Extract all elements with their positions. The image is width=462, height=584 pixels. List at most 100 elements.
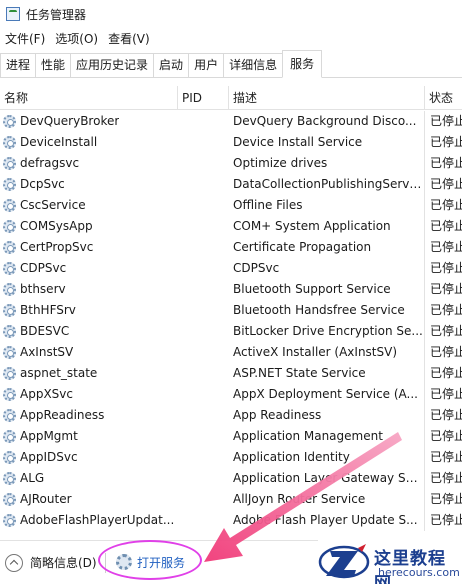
column-header-description[interactable]: 描述 — [228, 86, 424, 110]
service-gear-icon — [3, 493, 16, 506]
tab-services[interactable]: 服务 — [282, 50, 323, 78]
service-name: ALG — [20, 471, 45, 485]
watermark-url: herecours.com — [378, 566, 460, 579]
service-pid — [177, 447, 228, 468]
tab-details[interactable]: 详细信息 — [223, 53, 284, 77]
service-description: Device Install Service — [233, 135, 363, 149]
service-gear-icon — [3, 304, 16, 317]
service-gear-icon — [3, 346, 16, 359]
title-bar: 任务管理器 — [0, 0, 462, 28]
service-description: Optimize drives — [233, 156, 328, 170]
service-pid — [177, 510, 228, 531]
service-row[interactable]: AppXSvc AppX Deployment Service (A... 已停止 — [0, 384, 462, 405]
service-status: 已停止 — [424, 216, 462, 237]
watermark: 这里教程网 herecours.com — [318, 540, 462, 584]
service-row[interactable]: aspnet_state ASP.NET State Service 已停止 — [0, 363, 462, 384]
tab-performance[interactable]: 性能 — [35, 53, 72, 77]
service-name: CertPropSvc — [20, 240, 94, 254]
service-name-cell: CDPSvc — [0, 258, 177, 279]
service-pid — [177, 321, 228, 342]
service-name-cell: AppReadiness — [0, 405, 177, 426]
service-name: CDPSvc — [20, 261, 67, 275]
service-description: DevQuery Background Disco... — [233, 114, 417, 128]
status-divider — [105, 553, 106, 573]
service-gear-icon — [3, 199, 16, 212]
service-gear-icon — [3, 220, 16, 233]
service-description: App Readiness — [233, 408, 322, 422]
service-row[interactable]: AppReadiness App Readiness 已停止 — [0, 405, 462, 426]
menu-file[interactable]: 文件(F) — [0, 28, 50, 50]
service-description: DataCollectionPublishingServi... — [233, 177, 424, 191]
service-status: 已停止 — [424, 468, 462, 489]
service-pid — [177, 468, 228, 489]
service-row[interactable]: DevQueryBroker DevQuery Background Disco.… — [0, 111, 462, 132]
service-row[interactable]: COMSysApp COM+ System Application 已停止 — [0, 216, 462, 237]
column-header-pid[interactable]: PID — [177, 86, 228, 110]
service-row[interactable]: bthserv Bluetooth Support Service 已停止 — [0, 279, 462, 300]
menu-options[interactable]: 选项(O) — [50, 28, 103, 50]
window-title: 任务管理器 — [26, 7, 87, 22]
service-row[interactable]: DeviceInstall Device Install Service 已停止 — [0, 132, 462, 153]
service-row[interactable]: BDESVC BitLocker Drive Encryption Se... 已停… — [0, 321, 462, 342]
service-name: BthHFSrv — [20, 303, 76, 317]
service-name-cell: BDESVC — [0, 321, 177, 342]
service-row[interactable]: DcpSvc DataCollectionPublishingServi... 已停… — [0, 174, 462, 195]
watermark-logo-icon — [318, 544, 370, 579]
service-name: AppIDSvc — [20, 450, 78, 464]
service-pid — [177, 237, 228, 258]
service-pid — [177, 132, 228, 153]
service-name: DcpSvc — [20, 177, 65, 191]
menu-bar: 文件(F) 选项(O) 查看(V) — [0, 28, 462, 50]
service-row[interactable]: AppMgmt Application Management 已停止 — [0, 426, 462, 447]
service-name-cell: bthserv — [0, 279, 177, 300]
tab-processes[interactable]: 进程 — [0, 53, 37, 77]
service-gear-icon — [3, 283, 16, 296]
service-name: aspnet_state — [20, 366, 98, 380]
service-name: AppXSvc — [20, 387, 73, 401]
column-header-status[interactable]: 状态 — [424, 86, 462, 110]
service-status: 已停止 — [424, 279, 462, 300]
service-status: 已停止 — [424, 384, 462, 405]
service-pid — [177, 111, 228, 132]
service-status: 已停止 — [424, 300, 462, 321]
service-row[interactable]: AJRouter AllJoyn Router Service 已停止 — [0, 489, 462, 510]
column-header-name[interactable]: 名称 — [0, 86, 177, 110]
service-pid — [177, 195, 228, 216]
service-description: BitLocker Drive Encryption Se... — [233, 324, 423, 338]
service-row[interactable]: AppIDSvc Application Identity 已停止 — [0, 447, 462, 468]
service-description: CDPSvc — [233, 261, 280, 275]
tab-users[interactable]: 用户 — [188, 53, 225, 77]
service-row[interactable]: AdobeFlashPlayerUpdat... Adobe Flash Play… — [0, 510, 462, 531]
collapse-arrow-icon[interactable] — [5, 554, 23, 572]
service-name: defragsvc — [20, 156, 80, 170]
service-row[interactable]: AxInstSV ActiveX Installer (AxInstSV) 已停止 — [0, 342, 462, 363]
tab-startup[interactable]: 启动 — [153, 53, 190, 77]
open-services-link[interactable]: 打开服务 — [137, 554, 185, 572]
service-row[interactable]: BthHFSrv Bluetooth Handsfree Service 已停止 — [0, 300, 462, 321]
service-row[interactable]: CscService Offline Files 已停止 — [0, 195, 462, 216]
service-row[interactable]: defragsvc Optimize drives 已停止 — [0, 153, 462, 174]
service-name-cell: CertPropSvc — [0, 237, 177, 258]
service-name-cell: defragsvc — [0, 153, 177, 174]
brief-info-button[interactable]: 简略信息(D) — [30, 554, 97, 572]
service-description: ASP.NET State Service — [233, 366, 366, 380]
service-name-cell: BthHFSrv — [0, 300, 177, 321]
service-status: 已停止 — [424, 426, 462, 447]
service-pid — [177, 216, 228, 237]
service-name: AdobeFlashPlayerUpdat... — [20, 513, 175, 527]
service-gear-icon — [3, 388, 16, 401]
tab-app-history[interactable]: 应用历史记录 — [70, 53, 155, 77]
service-row[interactable]: CertPropSvc Certificate Propagation 已停止 — [0, 237, 462, 258]
service-description: Adobe Flash Player Update S... — [233, 513, 418, 527]
service-status: 已停止 — [424, 405, 462, 426]
service-description: Offline Files — [233, 198, 303, 212]
service-description: Application Layer Gateway Se... — [233, 471, 424, 485]
service-status: 已停止 — [424, 153, 462, 174]
service-row[interactable]: CDPSvc CDPSvc 已停止 — [0, 258, 462, 279]
service-status: 已停止 — [424, 363, 462, 384]
menu-view[interactable]: 查看(V) — [103, 28, 155, 50]
service-name-cell: DevQueryBroker — [0, 111, 177, 132]
services-gear-icon[interactable] — [116, 554, 132, 570]
service-name: CscService — [20, 198, 86, 212]
service-row[interactable]: ALG Application Layer Gateway Se...已停止 — [0, 468, 462, 489]
